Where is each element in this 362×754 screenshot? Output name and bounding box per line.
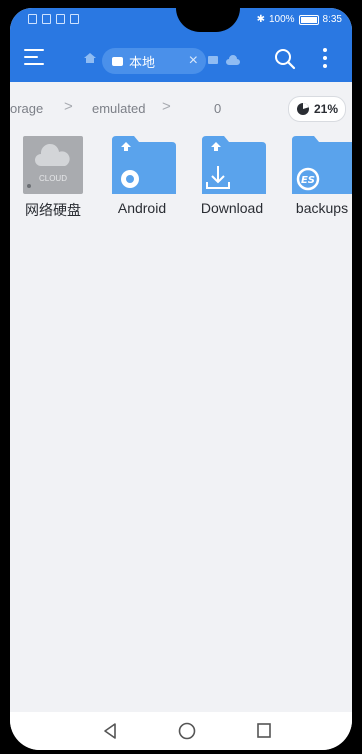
tab-window-icon[interactable]: [208, 56, 218, 64]
breadcrumb: orage > emulated > 0 21%: [10, 94, 352, 122]
search-icon[interactable]: [274, 48, 296, 70]
svg-text:ES: ES: [301, 175, 315, 186]
tab-local-label: 本地: [129, 54, 156, 70]
camera-notch: [176, 8, 240, 32]
file-name: backups: [295, 200, 349, 216]
android-folder-icon: [112, 136, 176, 194]
storage-usage-value: 21%: [313, 102, 339, 116]
clock: 8:35: [322, 14, 342, 25]
breadcrumb-0[interactable]: 0: [214, 101, 221, 116]
notification-icons: [28, 14, 79, 24]
file-item-android[interactable]: Android: [104, 136, 180, 216]
file-name: 网络硬盘: [25, 202, 81, 218]
recents-icon[interactable]: [256, 722, 272, 740]
back-icon[interactable]: [102, 722, 118, 740]
notification-icon: [70, 14, 79, 24]
breadcrumb-separator: >: [64, 98, 73, 115]
cloud-tab-icon[interactable]: [226, 55, 240, 65]
notification-icon: [56, 14, 65, 24]
status-bar: ✱ 100% 8:35: [10, 8, 352, 34]
tab-local[interactable]: 本地 ×: [102, 48, 206, 74]
more-options-icon[interactable]: [323, 48, 327, 68]
device-icon: [112, 56, 123, 66]
file-item-cloud-drive[interactable]: CLOUD 网络硬盘: [15, 136, 91, 220]
home-icon[interactable]: [84, 53, 96, 63]
download-folder-icon: [202, 136, 266, 194]
close-tab-icon[interactable]: ×: [189, 52, 198, 70]
system-nav-bar: [10, 712, 352, 750]
battery-percent: 100%: [268, 14, 295, 25]
backup-folder-icon: ES: [292, 136, 352, 194]
file-item-download[interactable]: Download: [194, 136, 270, 216]
cloud-badge-label: CLOUD: [38, 174, 67, 183]
battery-icon: [298, 14, 319, 25]
cloud-drive-icon: CLOUD: [23, 136, 83, 194]
breadcrumb-emulated[interactable]: emulated: [92, 101, 145, 116]
breadcrumb-storage[interactable]: orage: [10, 101, 43, 116]
notification-icon: [42, 14, 51, 24]
phone-screen: ✱ 100% 8:35 本地 × orage > emulated > 0 21…: [10, 8, 352, 750]
home-nav-icon[interactable]: [178, 722, 196, 740]
storage-usage-button[interactable]: 21%: [288, 96, 346, 122]
file-name: Android: [117, 200, 167, 216]
app-toolbar: 本地 ×: [10, 34, 352, 82]
file-name: Download: [200, 200, 264, 216]
pie-chart-icon: [296, 103, 309, 115]
file-item-backups[interactable]: ES backups: [284, 136, 352, 216]
breadcrumb-separator: >: [162, 98, 171, 115]
system-indicators: ✱ 100% 8:35: [257, 14, 342, 25]
menu-icon[interactable]: [24, 49, 44, 67]
notification-icon: [28, 14, 37, 24]
bluetooth-icon: ✱: [256, 14, 265, 25]
